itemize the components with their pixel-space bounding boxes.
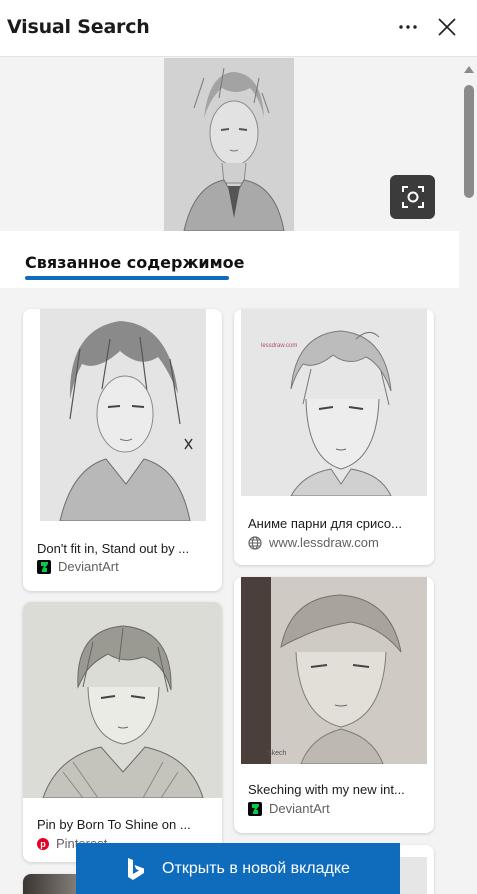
close-icon	[438, 18, 456, 36]
result-thumbnail	[40, 309, 206, 521]
close-button[interactable]	[432, 12, 462, 42]
result-thumbnail	[23, 602, 222, 798]
scrollbar-thumb[interactable]	[464, 85, 474, 198]
deviantart-icon	[37, 559, 51, 574]
result-card[interactable]: Don't fit in, Stand out by ... DeviantAr…	[23, 309, 222, 591]
svg-text:Skech: Skech	[267, 750, 287, 757]
result-source-label: DeviantArt	[58, 559, 119, 574]
query-image	[164, 58, 294, 231]
open-in-new-tab-label: Открыть в новой вкладке	[162, 859, 350, 877]
result-caption: Аниме парни для срисо...	[248, 516, 402, 531]
more-icon	[399, 25, 417, 29]
related-results: Don't fit in, Stand out by ... DeviantAr…	[0, 288, 459, 894]
more-options-button[interactable]	[393, 12, 423, 42]
result-source-label: www.lessdraw.com	[269, 535, 379, 550]
globe-icon	[248, 535, 262, 550]
deviantart-icon	[248, 801, 262, 816]
open-in-new-tab-button[interactable]: Открыть в новой вкладке	[76, 843, 400, 894]
lens-icon	[401, 186, 424, 208]
result-card[interactable]: lessdraw.com Аниме парни для срисо... ww…	[234, 309, 434, 565]
tab-bar: Связанное содержимое	[0, 231, 459, 288]
panel-header: Visual Search	[0, 0, 477, 57]
result-thumbnail: Skech	[241, 577, 427, 764]
tab-related-content[interactable]: Связанное содержимое	[25, 253, 245, 272]
result-caption: Pin by Born To Shine on ...	[37, 817, 191, 832]
panel-title: Visual Search	[7, 16, 150, 38]
tab-active-indicator	[25, 276, 229, 280]
result-source: DeviantArt	[37, 559, 119, 574]
visual-search-lens-button[interactable]	[390, 175, 435, 219]
result-caption: Don't fit in, Stand out by ...	[37, 541, 190, 556]
scroll-up-arrow[interactable]	[464, 66, 474, 73]
result-thumbnail: lessdraw.com	[241, 309, 427, 496]
result-source-label: DeviantArt	[269, 801, 330, 816]
pinterest-icon: p	[37, 837, 49, 850]
result-source: DeviantArt	[248, 801, 330, 816]
result-source: www.lessdraw.com	[248, 535, 379, 550]
result-card[interactable]: Pin by Born To Shine on ... p Pinterest	[23, 602, 222, 862]
svg-text:lessdraw.com: lessdraw.com	[261, 343, 297, 349]
result-caption: Skeching with my new int...	[248, 782, 405, 797]
query-image-area	[0, 58, 459, 231]
result-card[interactable]: Skech Skeching with my new int... Devian…	[234, 577, 434, 833]
bing-icon	[126, 857, 146, 881]
